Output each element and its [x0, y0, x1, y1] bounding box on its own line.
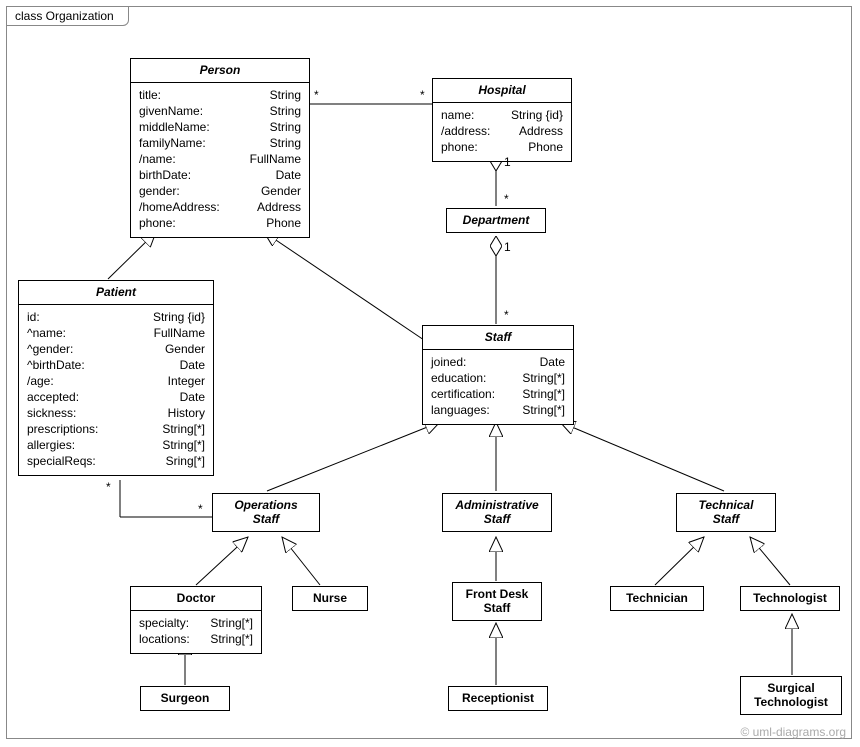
class-hospital: Hospital name:String {id} /address:Addre… — [432, 78, 572, 162]
class-hospital-attrs: name:String {id} /address:Address phone:… — [433, 103, 571, 161]
class-technologist-name: Technologist — [741, 587, 839, 610]
class-technician: Technician — [610, 586, 704, 611]
class-nurse-name: Nurse — [293, 587, 367, 610]
mult-dept-staff-top: 1 — [504, 240, 511, 254]
mult-dept-staff-bottom: * — [504, 308, 509, 322]
class-administrative-staff-name: AdministrativeStaff — [443, 494, 551, 531]
class-staff-name: Staff — [423, 326, 573, 350]
class-front-desk-staff-name: Front DeskStaff — [453, 583, 541, 620]
mult-person-hospital-left: * — [314, 88, 319, 102]
mult-person-hospital-right: * — [420, 88, 425, 102]
class-department-name: Department — [447, 209, 545, 232]
class-patient: Patient id:String {id} ^name:FullName ^g… — [18, 280, 214, 476]
class-operations-staff-name: OperationsStaff — [213, 494, 319, 531]
class-receptionist: Receptionist — [448, 686, 548, 711]
mult-hospital-dept-bottom: * — [504, 192, 509, 206]
class-surgical-technologist: SurgicalTechnologist — [740, 676, 842, 715]
mult-patient-ops-right: * — [198, 502, 203, 516]
class-hospital-name: Hospital — [433, 79, 571, 103]
class-person-attrs: title:String givenName:String middleName… — [131, 83, 309, 237]
class-surgeon-name: Surgeon — [141, 687, 229, 710]
class-technician-name: Technician — [611, 587, 703, 610]
class-technical-staff: TechnicalStaff — [676, 493, 776, 532]
class-surgeon: Surgeon — [140, 686, 230, 711]
class-operations-staff: OperationsStaff — [212, 493, 320, 532]
class-patient-name: Patient — [19, 281, 213, 305]
class-technical-staff-name: TechnicalStaff — [677, 494, 775, 531]
class-technologist: Technologist — [740, 586, 840, 611]
class-receptionist-name: Receptionist — [449, 687, 547, 710]
class-patient-attrs: id:String {id} ^name:FullName ^gender:Ge… — [19, 305, 213, 475]
class-person-name: Person — [131, 59, 309, 83]
class-person: Person title:String givenName:String mid… — [130, 58, 310, 238]
class-staff: Staff joined:Date education:String[*] ce… — [422, 325, 574, 425]
mult-patient-ops-left: * — [106, 480, 111, 494]
diagram-canvas: class Organization Person title:String g… — [0, 0, 860, 747]
package-title: class Organization — [6, 6, 129, 26]
class-department: Department — [446, 208, 546, 233]
watermark: © uml-diagrams.org — [740, 725, 846, 739]
class-doctor-attrs: specialty:String[*] locations:String[*] — [131, 611, 261, 653]
class-surgical-technologist-name: SurgicalTechnologist — [741, 677, 841, 714]
class-doctor: Doctor specialty:String[*] locations:Str… — [130, 586, 262, 654]
class-front-desk-staff: Front DeskStaff — [452, 582, 542, 621]
class-nurse: Nurse — [292, 586, 368, 611]
mult-hospital-dept-top: 1 — [504, 155, 511, 169]
class-doctor-name: Doctor — [131, 587, 261, 611]
class-staff-attrs: joined:Date education:String[*] certific… — [423, 350, 573, 424]
class-administrative-staff: AdministrativeStaff — [442, 493, 552, 532]
